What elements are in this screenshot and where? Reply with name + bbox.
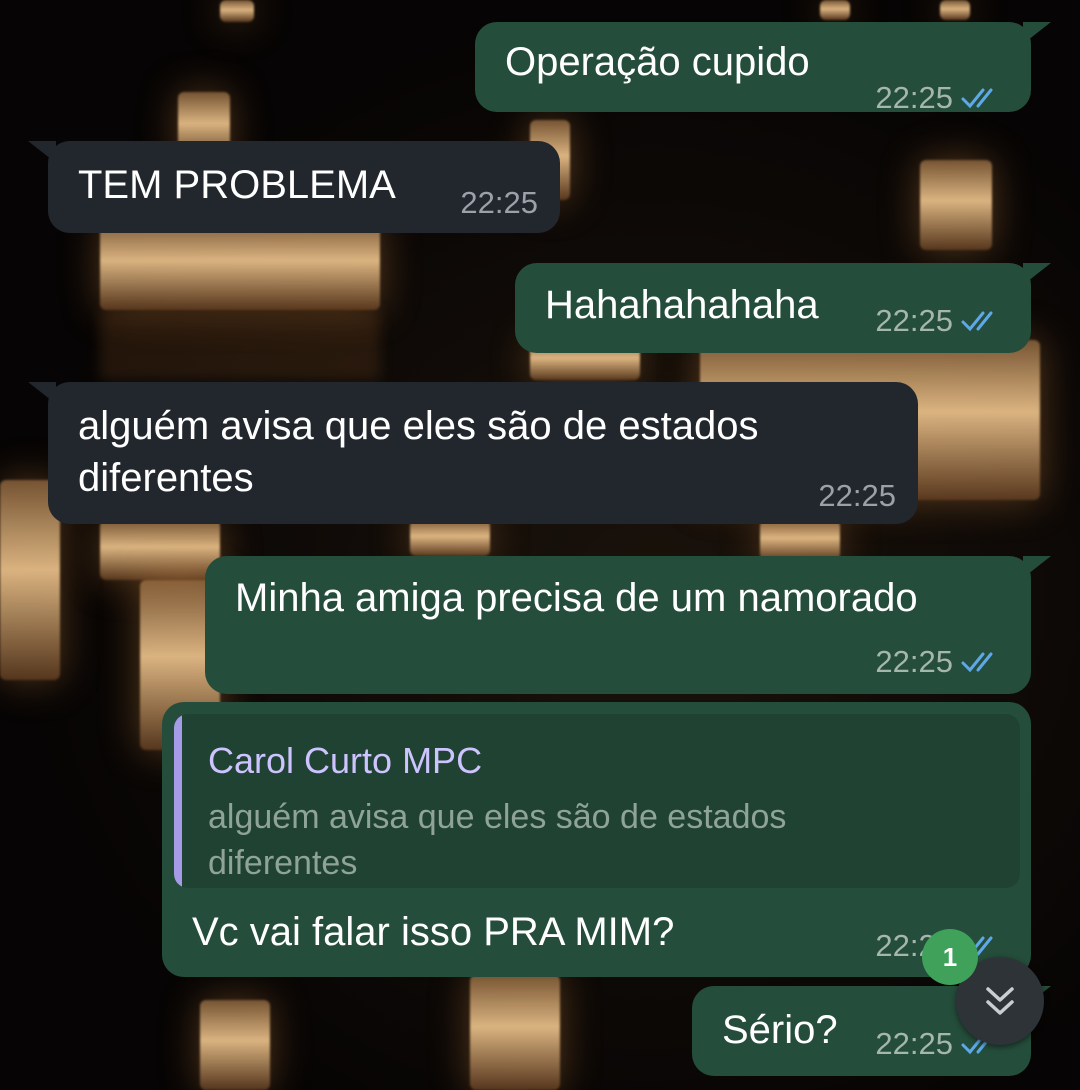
message-text-line: diferentes bbox=[78, 456, 254, 500]
quoted-text-line: alguém avisa que eles são de estados bbox=[208, 798, 787, 836]
message-outgoing[interactable]: Operação cupido 22:25 bbox=[475, 22, 1051, 115]
message-incoming[interactable]: TEM PROBLEMA 22:25 bbox=[28, 141, 560, 233]
message-outgoing[interactable]: Hahahahahaha 22:25 bbox=[515, 263, 1051, 353]
message-outgoing[interactable]: Minha amiga precisa de um namorado 22:25 bbox=[205, 556, 1051, 694]
message-time: 22:25 bbox=[818, 478, 896, 513]
message-text: Hahahahahaha bbox=[545, 283, 819, 327]
double-chevron-down-icon bbox=[986, 987, 1014, 1015]
double-check-icon bbox=[961, 88, 993, 109]
message-text: Operação cupido bbox=[505, 40, 810, 84]
message-time: 22:25 bbox=[875, 80, 953, 115]
message-time: 22:25 bbox=[460, 185, 538, 220]
message-time: 22:25 bbox=[875, 303, 953, 338]
double-check-icon bbox=[961, 652, 993, 673]
quoted-sender-name: Carol Curto MPC bbox=[208, 740, 483, 781]
quoted-message[interactable]: Carol Curto MPC alguém avisa que eles sã… bbox=[174, 714, 1020, 888]
message-outgoing-reply[interactable]: Carol Curto MPC alguém avisa que eles sã… bbox=[162, 702, 1031, 977]
message-text-line: alguém avisa que eles são de estados bbox=[78, 404, 759, 448]
message-text: Minha amiga precisa de um namorado bbox=[235, 576, 918, 620]
message-time: 22:25 bbox=[875, 644, 953, 679]
quoted-text-line: diferentes bbox=[208, 844, 358, 882]
message-list[interactable]: Operação cupido 22:25 TEM PROBLEMA 22:25… bbox=[0, 0, 1080, 1090]
reply-accent-bar bbox=[174, 714, 182, 888]
double-check-icon bbox=[961, 311, 993, 332]
quoted-text: alguém avisa que eles são de estados dif… bbox=[208, 794, 786, 886]
message-time: 22:25 bbox=[875, 1026, 953, 1061]
unread-count-badge[interactable]: 1 bbox=[922, 929, 978, 985]
message-text: Vc vai falar isso PRA MIM? bbox=[192, 910, 675, 954]
message-text: Sério? bbox=[722, 1008, 838, 1052]
message-incoming[interactable]: alguém avisa que eles são de estados dif… bbox=[28, 382, 918, 524]
message-text: TEM PROBLEMA bbox=[78, 163, 396, 207]
